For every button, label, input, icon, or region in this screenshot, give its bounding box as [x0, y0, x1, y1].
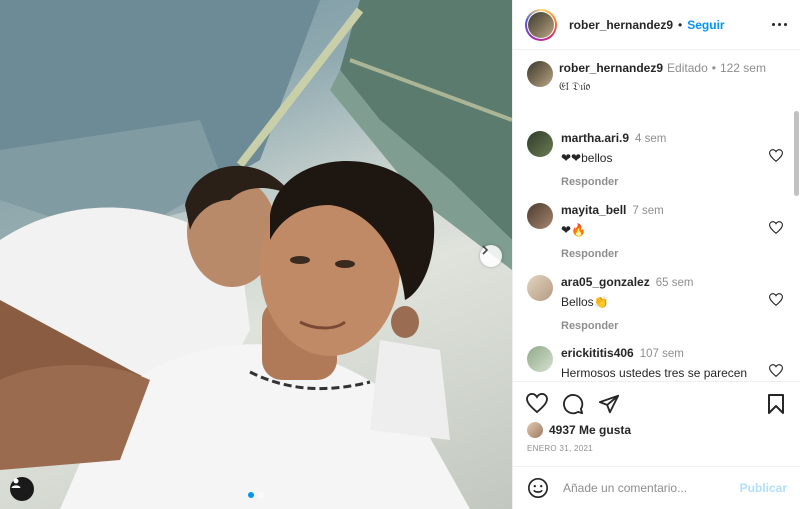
chevron-right-icon — [482, 245, 489, 255]
comment-composer: Añade un comentario... Publicar — [513, 466, 800, 509]
comment-avatar[interactable] — [527, 203, 553, 229]
comment-text: Hermosos ustedes tres se parecen — [561, 366, 748, 380]
comment-button[interactable] — [562, 393, 584, 415]
reply-button[interactable]: Responder — [561, 248, 664, 260]
caption-avatar[interactable] — [527, 61, 553, 87]
publish-button[interactable]: Publicar — [740, 481, 787, 495]
comment-icon — [563, 394, 584, 415]
comment-text: ❤❤bellos — [561, 151, 613, 165]
comment-item: erickititis406 107 sem Hermosos ustedes … — [527, 346, 787, 380]
emoji-icon[interactable] — [527, 477, 549, 499]
post-date: ENERO 31, 2021 — [527, 444, 594, 453]
comments-scrollbar[interactable] — [794, 111, 799, 196]
comment-username[interactable]: mayita_bell — [561, 203, 626, 217]
follow-button[interactable]: Seguir — [687, 18, 724, 32]
post-actions: 4937 Me gusta ENERO 31, 2021 — [513, 381, 800, 461]
comment-username[interactable]: erickititis406 — [561, 346, 634, 360]
comments-list[interactable]: rober_hernandez9 Editado • 122 sem 𝔈𝔩 𝔇𝔲… — [513, 51, 800, 381]
carousel-next-button[interactable] — [480, 245, 502, 267]
comment-age[interactable]: 4 sem — [635, 133, 666, 145]
heart-icon[interactable] — [769, 364, 783, 377]
post-header: rober_hernandez9 • Seguir — [513, 0, 800, 50]
comment-item: martha.ari.9 4 sem ❤❤bellos Responder — [527, 131, 787, 188]
comment-avatar[interactable] — [527, 346, 553, 372]
likes-label[interactable]: 4937 Me gusta — [549, 423, 631, 437]
post-side-panel: rober_hernandez9 • Seguir rober_hernande… — [512, 0, 800, 509]
comment-username[interactable]: martha.ari.9 — [561, 131, 629, 145]
header-separator: • — [678, 17, 683, 32]
comment-text: ❤🔥 — [561, 223, 586, 237]
comment-username[interactable]: ara05_gonzalez — [561, 275, 650, 289]
heart-icon[interactable] — [769, 221, 783, 234]
comment-item: mayita_bell 7 sem ❤🔥 Responder — [527, 203, 787, 260]
comment-age[interactable]: 7 sem — [632, 205, 663, 217]
tag-user-icon — [11, 478, 21, 488]
photo-illustration — [0, 0, 512, 509]
share-icon — [598, 394, 620, 414]
comment-text: Bellos👏 — [561, 295, 609, 309]
more-icon — [772, 23, 775, 26]
reply-button[interactable]: Responder — [561, 176, 666, 188]
liker-avatar — [527, 422, 543, 438]
bookmark-icon — [768, 394, 784, 414]
comment-item: ara05_gonzalez 65 sem Bellos👏 Responder — [527, 275, 787, 332]
carousel-dot-active — [248, 492, 254, 498]
share-button[interactable] — [598, 393, 620, 415]
like-button[interactable] — [526, 393, 548, 415]
comment-avatar[interactable] — [527, 275, 553, 301]
caption-age: 122 sem — [719, 61, 766, 75]
comment-avatar[interactable] — [527, 131, 553, 157]
caption-edited: Editado — [667, 61, 708, 75]
caption-separator: • — [711, 61, 716, 75]
more-options-button[interactable] — [772, 23, 787, 26]
comment-age[interactable]: 107 sem — [640, 348, 684, 360]
heart-icon[interactable] — [769, 293, 783, 306]
tagged-users-button[interactable] — [10, 477, 34, 501]
post-photo — [0, 0, 512, 509]
caption-username[interactable]: rober_hernandez9 — [559, 61, 663, 75]
author-username[interactable]: rober_hernandez9 — [569, 18, 673, 32]
likes-count[interactable]: 4937 Me gusta — [527, 422, 631, 438]
carousel-dot — [258, 492, 264, 498]
heart-icon — [526, 393, 548, 413]
carousel-indicator — [248, 492, 264, 498]
heart-icon[interactable] — [769, 149, 783, 162]
post-caption: rober_hernandez9 Editado • 122 sem 𝔈𝔩 𝔇𝔲… — [527, 61, 766, 94]
save-button[interactable] — [767, 393, 785, 418]
caption-text: 𝔈𝔩 𝔇𝔲́𝔬 — [559, 80, 591, 93]
comment-age[interactable]: 65 sem — [656, 277, 694, 289]
reply-button[interactable]: Responder — [561, 320, 693, 332]
author-avatar[interactable] — [525, 8, 557, 41]
comment-input[interactable]: Añade un comentario... — [563, 481, 740, 495]
